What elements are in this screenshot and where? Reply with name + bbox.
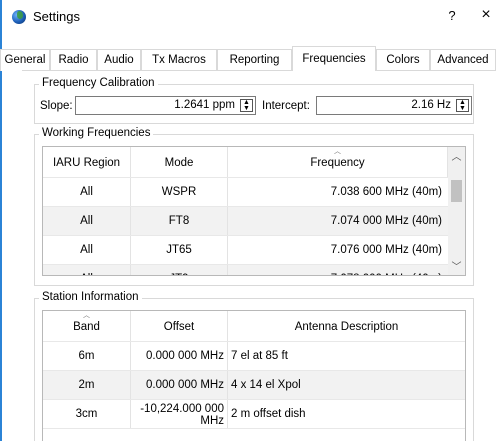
mode-cell: WSPR [131, 178, 228, 207]
band-cell: 2m [43, 371, 131, 400]
sort-ascending-icon: ︿ [334, 148, 341, 155]
frequency-cell: 7.074 000 MHz (40m) [330, 215, 442, 227]
table-row[interactable]: 2m 0.000 000 MHz 4 x 14 el Xpol [43, 370, 465, 400]
slope-value: 1.2641 ppm [174, 99, 235, 111]
region-cell: All [43, 236, 131, 265]
antenna-cell: 2 m offset dish [231, 408, 306, 420]
table-row[interactable]: All JT9 7.078 000 MHz (40m) [43, 264, 448, 275]
tab-tx-macros[interactable]: Tx Macros [141, 49, 217, 71]
tab-baseline [22, 70, 496, 71]
group-title: Frequency Calibration [39, 77, 158, 89]
vertical-scrollbar[interactable]: ︿ ﹀ [448, 147, 465, 275]
table-row [43, 428, 465, 441]
column-header-label: Band [73, 321, 100, 333]
frequency-cell: 7.078 000 MHz (40m) [228, 265, 448, 275]
column-header-offset[interactable]: Offset [131, 311, 228, 341]
tab-radio[interactable]: Radio [50, 49, 97, 71]
band-cell: 6m [43, 342, 131, 371]
slope-label: Slope: [40, 100, 73, 112]
intercept-label: Intercept: [262, 100, 310, 112]
column-header-iaru-region[interactable]: IARU Region [43, 147, 131, 177]
frequency-cell: 7.076 000 MHz (40m) [330, 244, 442, 256]
spin-arrows-icon[interactable]: ▲ ▼ [240, 99, 253, 112]
antenna-cell: 4 x 14 el Xpol [231, 379, 301, 391]
intercept-value: 2.16 Hz [411, 99, 451, 111]
antenna-cell: 7 el at 85 ft [231, 350, 288, 362]
mode-cell: JT9 [131, 265, 228, 275]
column-header-band[interactable]: ︿ Band [43, 311, 131, 341]
title-bar[interactable]: Settings ? × [2, 0, 496, 30]
working-frequencies-table[interactable]: IARU Region Mode ︿ Frequency All WSPR 7.… [42, 146, 466, 276]
column-header-label: Frequency [310, 157, 365, 169]
sort-ascending-icon: ︿ [83, 312, 90, 319]
scroll-thumb[interactable] [451, 180, 462, 202]
tab-frequencies[interactable]: Frequencies [292, 46, 376, 71]
chevron-up-icon[interactable]: ︿ [448, 149, 465, 166]
offset-line: MHz [200, 415, 224, 427]
column-header-mode[interactable]: Mode [131, 147, 228, 177]
mode-cell: JT65 [131, 236, 228, 265]
mode-cell: FT8 [131, 207, 228, 236]
tab-advanced[interactable]: Advanced [430, 49, 496, 71]
region-cell: All [43, 265, 131, 275]
help-button[interactable]: ? [445, 8, 459, 23]
region-cell: All [43, 207, 131, 236]
tab-colors[interactable]: Colors [376, 49, 430, 71]
globe-icon [12, 10, 26, 24]
tab-bar: General Radio Audio Tx Macros Reporting … [0, 46, 496, 71]
offset-cell: -10,224.000 000 MHz [131, 400, 228, 429]
column-header-frequency[interactable]: ︿ Frequency [228, 147, 448, 177]
band-cell: 3cm [43, 400, 131, 429]
spin-arrows-icon[interactable]: ▲ ▼ [456, 99, 469, 112]
window-title: Settings [33, 9, 80, 24]
chevron-down-icon[interactable]: ﹀ [448, 259, 465, 275]
offset-line: -10,224.000 000 [140, 403, 224, 415]
table-row[interactable]: All JT65 7.076 000 MHz (40m) [43, 235, 448, 265]
table-row[interactable]: All FT8 7.074 000 MHz (40m) [43, 206, 448, 236]
offset-cell: 0.000 000 MHz [131, 371, 228, 400]
group-title: Station Information [39, 291, 142, 303]
offset-cell: 0.000 000 MHz [131, 342, 228, 371]
group-title: Working Frequencies [39, 127, 154, 139]
table-row[interactable]: 6m 0.000 000 MHz 7 el at 85 ft [43, 341, 465, 371]
tab-audio[interactable]: Audio [97, 49, 141, 71]
table-row[interactable]: All WSPR 7.038 600 MHz (40m) [43, 177, 448, 207]
close-button[interactable]: × [479, 6, 493, 24]
tab-reporting[interactable]: Reporting [217, 49, 292, 71]
frequency-cell: 7.038 600 MHz (40m) [330, 186, 442, 198]
region-cell: All [43, 178, 131, 207]
table-row[interactable]: 3cm -10,224.000 000 MHz 2 m offset dish [43, 399, 465, 429]
intercept-spinbox[interactable]: 2.16 Hz ▲ ▼ [316, 96, 472, 115]
slope-spinbox[interactable]: 1.2641 ppm ▲ ▼ [75, 96, 256, 115]
column-header-antenna-description[interactable]: Antenna Description [228, 311, 465, 341]
tab-general[interactable]: General [0, 49, 50, 71]
station-information-table[interactable]: ︿ Band Offset Antenna Description 6m 0.0… [42, 310, 466, 441]
